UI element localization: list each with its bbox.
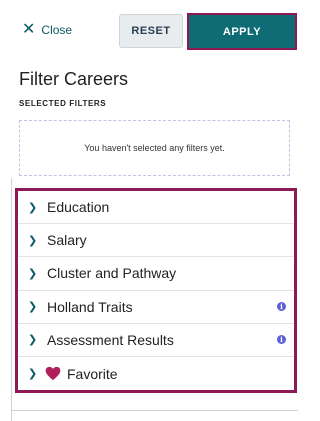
filter-item-cluster-pathway[interactable]: ❯ Cluster and Pathway: [18, 257, 294, 291]
info-icon[interactable]: i: [277, 302, 286, 312]
reset-button[interactable]: RESET: [119, 14, 183, 48]
chevron-right-icon: ❯: [28, 267, 38, 280]
filter-item-label: Favorite: [67, 365, 118, 382]
close-icon: ✕: [22, 21, 36, 38]
chevron-right-icon: ❯: [28, 368, 38, 381]
filter-header: ✕ Close RESET APPLY: [0, 0, 298, 54]
chevron-right-icon: ❯: [28, 301, 38, 314]
chevron-right-icon: ❯: [28, 201, 38, 214]
filter-item-label: Assessment Results: [47, 331, 174, 348]
close-label: Close: [41, 23, 73, 37]
panel-bottom-divider: [12, 410, 298, 411]
filter-item-education[interactable]: ❯ Education: [18, 191, 294, 225]
filter-item-salary[interactable]: ❯ Salary: [18, 224, 294, 258]
filter-item-label: Salary: [47, 232, 87, 249]
info-icon[interactable]: i: [277, 335, 286, 345]
filter-item-favorite[interactable]: ❯ Favorite: [18, 357, 294, 390]
close-button[interactable]: ✕ Close: [22, 22, 72, 38]
filter-accordion: ❯ Education ❯ Salary ❯ Cluster and Pathw…: [15, 188, 297, 393]
filter-item-holland-traits[interactable]: ❯ Holland Traits i: [18, 291, 294, 324]
chevron-right-icon: ❯: [28, 234, 38, 247]
panel-divider: [11, 178, 12, 421]
filter-item-label: Holland Traits: [47, 298, 133, 315]
chevron-right-icon: ❯: [28, 334, 38, 347]
page-title: Filter Careers: [19, 69, 129, 89]
filter-item-label: Cluster and Pathway: [47, 265, 177, 282]
heart-icon: [45, 366, 61, 381]
filter-item-assessment-results[interactable]: ❯ Assessment Results i: [18, 324, 294, 357]
selected-filters-label: SELECTED FILTERS: [19, 99, 107, 108]
apply-button[interactable]: APPLY: [187, 13, 297, 50]
empty-filters-message: You haven't selected any filters yet.: [84, 143, 225, 153]
selected-filters-box: You haven't selected any filters yet.: [19, 120, 290, 176]
filter-item-label: Education: [47, 199, 110, 216]
